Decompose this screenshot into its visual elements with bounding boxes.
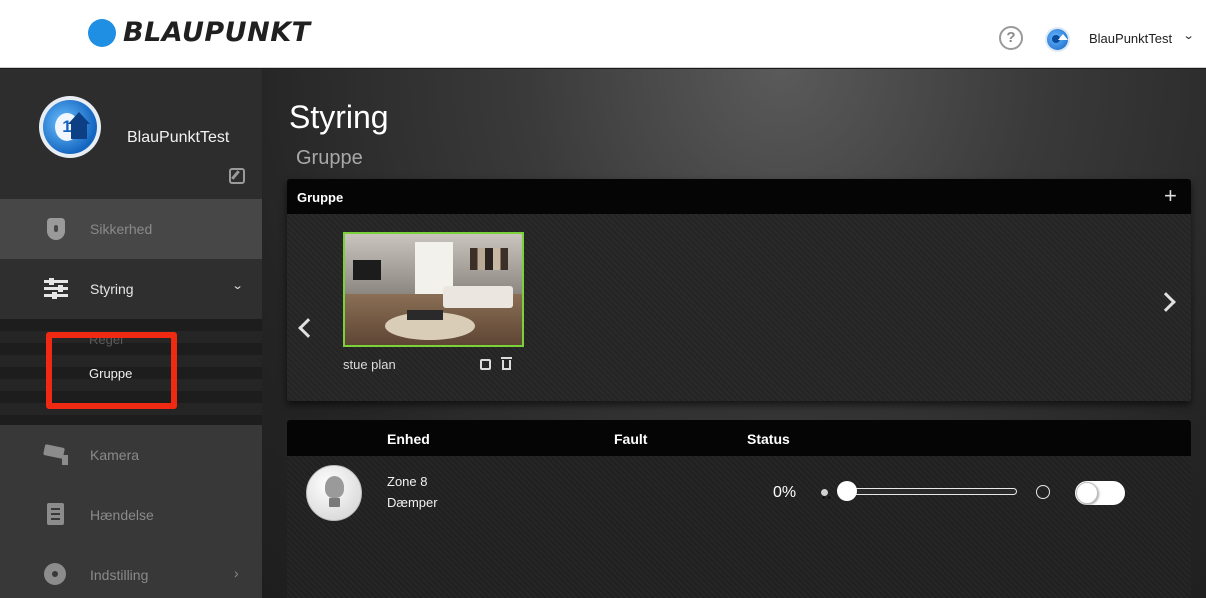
document-icon (44, 503, 68, 527)
chevron-down-icon: ⌄ (231, 280, 244, 292)
add-group-button[interactable]: + (1164, 183, 1177, 209)
brand-logo[interactable]: BLAUPUNKT (88, 17, 311, 48)
group-panel-title: Gruppe (297, 190, 344, 205)
bulb-icon (306, 465, 362, 521)
column-header-status: Status (747, 431, 790, 447)
sidebar-item-label: Kamera (90, 447, 140, 463)
gear-icon (44, 563, 68, 587)
edit-group-icon[interactable] (480, 359, 491, 370)
user-avatar[interactable] (1045, 27, 1070, 52)
sidebar-item-label: Sikkerhed (90, 221, 153, 237)
dimmer-level-value: 0% (773, 484, 797, 501)
profile-name: BlauPunktTest (127, 129, 230, 146)
highlight-annotation-box (46, 332, 177, 409)
dimmer-slider-track[interactable] (839, 488, 1017, 495)
sliders-icon (44, 277, 68, 301)
device-type: Dæmper (387, 495, 438, 510)
brightness-high-icon (1036, 485, 1050, 499)
brightness-low-icon (821, 489, 828, 496)
user-menu-chevron-down-icon[interactable]: ⌄ (1183, 29, 1195, 42)
page-subtitle: Gruppe (296, 147, 363, 169)
group-panel: Gruppe + stue plan (287, 179, 1191, 401)
page-title: Styring (289, 99, 389, 135)
sidebar-item-label: Indstilling (90, 567, 149, 583)
column-header-fault: Fault (614, 431, 648, 447)
sidebar-item-styring[interactable]: Styring ⌄ (0, 259, 262, 319)
device-table-header: Enhed Fault Status (287, 420, 1191, 456)
group-thumbnail[interactable] (343, 232, 524, 347)
shield-icon (44, 217, 68, 241)
delete-group-icon[interactable] (501, 357, 512, 371)
sidebar-item-indstilling[interactable]: Indstilling › (0, 545, 262, 598)
brand-name: BLAUPUNKT (123, 17, 311, 48)
group-label: stue plan (343, 357, 396, 372)
sidebar-profile: 1 BlauPunktTest (0, 69, 262, 199)
device-name: Zone 8 (387, 474, 428, 489)
sidebar-item-label: Styring (90, 281, 134, 297)
carousel-prev-arrow-icon[interactable] (298, 318, 318, 338)
help-button[interactable]: ? (999, 26, 1023, 50)
sidebar-item-haendelse[interactable]: Hændelse (0, 485, 262, 545)
column-header-enhed: Enhed (387, 431, 430, 447)
group-panel-header: Gruppe + (287, 179, 1191, 214)
device-power-toggle[interactable] (1075, 481, 1125, 505)
brand-dot-icon (88, 18, 116, 47)
camera-icon (43, 443, 68, 467)
profile-edit-icon[interactable] (229, 168, 245, 184)
top-bar: BLAUPUNKT ? BlauPunktTest ⌄ (0, 0, 1206, 68)
chevron-right-icon: › (234, 565, 239, 581)
toggle-knob (1076, 482, 1098, 504)
sidebar-item-label: Hændelse (90, 507, 154, 523)
device-panel: Enhed Fault Status Zone 8 Dæmper 0% (287, 420, 1191, 598)
profile-avatar: 1 (39, 96, 101, 158)
user-menu-name[interactable]: BlauPunktTest (1089, 31, 1172, 46)
sidebar-item-sikkerhed[interactable]: Sikkerhed (0, 199, 262, 259)
sidebar-item-kamera[interactable]: Kamera (0, 425, 262, 485)
dimmer-slider-thumb[interactable] (837, 481, 857, 501)
carousel-next-arrow-icon[interactable] (1156, 292, 1176, 312)
